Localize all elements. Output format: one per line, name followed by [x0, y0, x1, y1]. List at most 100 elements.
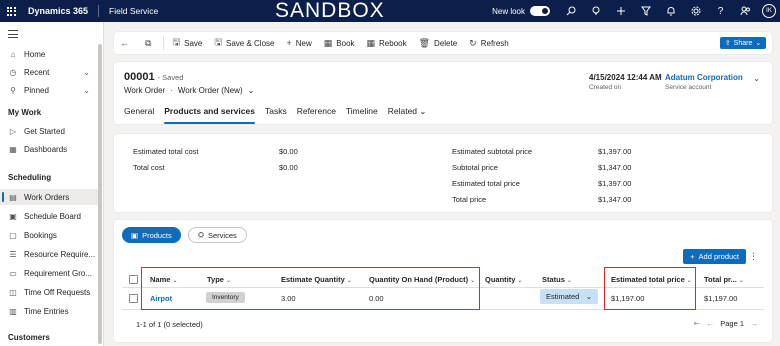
row-checkbox[interactable]: [129, 294, 138, 303]
first-page-icon[interactable]: ⇤: [694, 319, 701, 328]
home-icon: ⌂: [10, 49, 16, 59]
select-all-checkbox[interactable]: [129, 275, 138, 284]
estimated-total-price-label: Estimated total price: [452, 179, 520, 188]
sidebar-item-schedule-board[interactable]: ▣ Schedule Board: [0, 208, 98, 224]
booking-icon: ▢: [9, 230, 17, 240]
column-header-status[interactable]: Status ⌄: [542, 275, 572, 284]
created-on-value: 4/15/2024 12:44 AM: [589, 73, 662, 82]
sidebar-item-bookings[interactable]: ▢ Bookings: [0, 227, 98, 243]
sidebar-item-pinned[interactable]: ⚲ Pinned ⌄: [0, 82, 98, 98]
column-header-quantity[interactable]: Quantity ⌄: [485, 275, 522, 284]
play-icon: ▷: [9, 126, 17, 136]
next-page-icon[interactable]: →: [750, 319, 758, 328]
pin-icon: ⚲: [10, 85, 16, 95]
column-header-total-price[interactable]: Total pr... ⌄: [704, 275, 744, 284]
previous-page-icon[interactable]: ←: [706, 319, 714, 328]
book-button[interactable]: ▦ Book: [318, 32, 361, 54]
dashboard-icon: ▦: [9, 144, 17, 154]
save-and-close-button[interactable]: 🖫 Save & Close: [208, 32, 280, 54]
form-selector[interactable]: Work Order (New): [178, 86, 243, 95]
save-status: - Saved: [157, 73, 184, 82]
chevron-down-icon: ⌄: [517, 278, 523, 284]
tab-tasks[interactable]: Tasks: [265, 106, 287, 124]
app-launcher-icon[interactable]: [0, 0, 22, 22]
tab-general[interactable]: General: [124, 106, 154, 124]
highlight-box-estimated-total-price: [604, 267, 696, 310]
sidebar-scrollbar[interactable]: [98, 44, 102, 344]
sidebar-item-resource-requirements[interactable]: ☰ Resource Require...: [0, 246, 98, 262]
app-name[interactable]: Dynamics 365: [22, 5, 100, 17]
notification-bell-icon[interactable]: [658, 0, 683, 22]
clock-icon: ◷: [9, 67, 17, 77]
service-account-link[interactable]: Adatum Corporation: [665, 73, 743, 82]
tab-services[interactable]: ⛭ Services: [188, 227, 247, 243]
area-name[interactable]: Field Service: [99, 6, 158, 16]
grid-pager: ⇤ ← Page 1 →: [694, 319, 758, 328]
total-cost-value: $0.00: [279, 163, 298, 172]
share-icon: ⇪: [724, 40, 731, 47]
sidebar-item-work-orders[interactable]: ▤ Work Orders: [0, 189, 98, 205]
products-grid-card: ▣ Products ⛭ Services + Add product ⋮ Na…: [114, 220, 772, 342]
sidebar-item-dashboards[interactable]: ▦ Dashboards: [0, 141, 98, 157]
sidebar-item-recent[interactable]: ◷ Recent ⌄: [0, 64, 98, 80]
divider: [163, 36, 165, 50]
gear-icon[interactable]: [683, 0, 708, 22]
subtotal-price-label: Subtotal price: [452, 163, 498, 172]
total-price-cell: $1,197.00: [704, 294, 738, 303]
expand-header-chevron-icon[interactable]: ⌄: [753, 74, 760, 83]
page-number: Page 1: [720, 319, 744, 328]
estimated-total-cost-label: Estimated total cost: [133, 147, 199, 156]
sidebar-item-get-started[interactable]: ▷ Get Started: [0, 123, 98, 139]
search-icon[interactable]: [558, 0, 583, 22]
chevron-down-icon: ⌄: [585, 292, 592, 301]
group-icon: ▭: [9, 268, 17, 278]
save-close-icon: 🖫: [214, 37, 223, 47]
lightbulb-icon[interactable]: [583, 0, 608, 22]
status-dropdown[interactable]: Estimated ⌄: [540, 289, 598, 304]
user-avatar[interactable]: IK: [762, 4, 776, 18]
chevron-down-icon[interactable]: ⌄: [248, 86, 255, 95]
chevron-down-icon[interactable]: ⌄: [83, 68, 90, 77]
sidebar-item-time-off-requests[interactable]: ◫ Time Off Requests: [0, 284, 98, 300]
subtotal-price-value: $1,347.00: [598, 163, 632, 172]
open-in-new-window-button[interactable]: ⧉: [139, 32, 161, 54]
hamburger-menu-icon[interactable]: [8, 30, 18, 41]
tab-reference[interactable]: Reference: [297, 106, 336, 124]
tab-timeline[interactable]: Timeline: [346, 106, 378, 124]
plus-icon[interactable]: [608, 0, 633, 22]
estimated-total-price-value: $1,397.00: [598, 179, 632, 188]
help-icon[interactable]: ?: [708, 0, 733, 22]
sidebar-item-home[interactable]: ⌂ Home: [0, 46, 98, 62]
calendar-icon: ▣: [9, 211, 17, 221]
save-button[interactable]: 🖫 Save: [166, 32, 208, 54]
back-arrow-icon: ←: [120, 38, 129, 48]
filter-icon[interactable]: [633, 0, 658, 22]
clipboard-icon: ▤: [9, 192, 17, 202]
chevron-down-icon: ⌄: [738, 278, 744, 284]
calendar-icon: ▦: [323, 37, 333, 48]
add-product-button[interactable]: + Add product: [683, 249, 746, 264]
delete-button[interactable]: 🗑 Delete: [413, 32, 464, 54]
new-button[interactable]: + New: [280, 32, 317, 54]
refresh-button[interactable]: ↻ Refresh: [463, 32, 515, 54]
cost-price-summary: Estimated total cost $0.00 Total cost $0…: [114, 134, 772, 212]
plus-icon: +: [690, 252, 695, 261]
more-options-icon[interactable]: ⋮: [749, 251, 758, 261]
back-button[interactable]: ←: [114, 32, 139, 54]
chevron-down-icon[interactable]: ⌄: [83, 86, 90, 95]
tab-related[interactable]: Related ⌄: [388, 106, 427, 124]
refresh-icon: ↻: [469, 37, 477, 48]
tab-products-and-services[interactable]: Products and services: [164, 106, 255, 124]
share-button[interactable]: ⇪ Share ⌄: [720, 37, 766, 49]
plus-icon: +: [286, 38, 292, 48]
box-icon: ▣: [131, 230, 139, 240]
chevron-down-icon: ⌄: [419, 106, 427, 116]
new-look-toggle[interactable]: [530, 6, 550, 16]
people-icon[interactable]: [733, 0, 758, 22]
sidebar-item-requirement-groups[interactable]: ▭ Requirement Gro...: [0, 265, 98, 281]
sidebar-item-time-entries[interactable]: ▥ Time Entries: [0, 303, 98, 319]
rebook-button[interactable]: ▦ Rebook: [361, 32, 413, 54]
popout-icon: ⧉: [145, 37, 152, 48]
chevron-down-icon: ⌄: [755, 40, 762, 47]
tab-products[interactable]: ▣ Products: [122, 227, 181, 243]
